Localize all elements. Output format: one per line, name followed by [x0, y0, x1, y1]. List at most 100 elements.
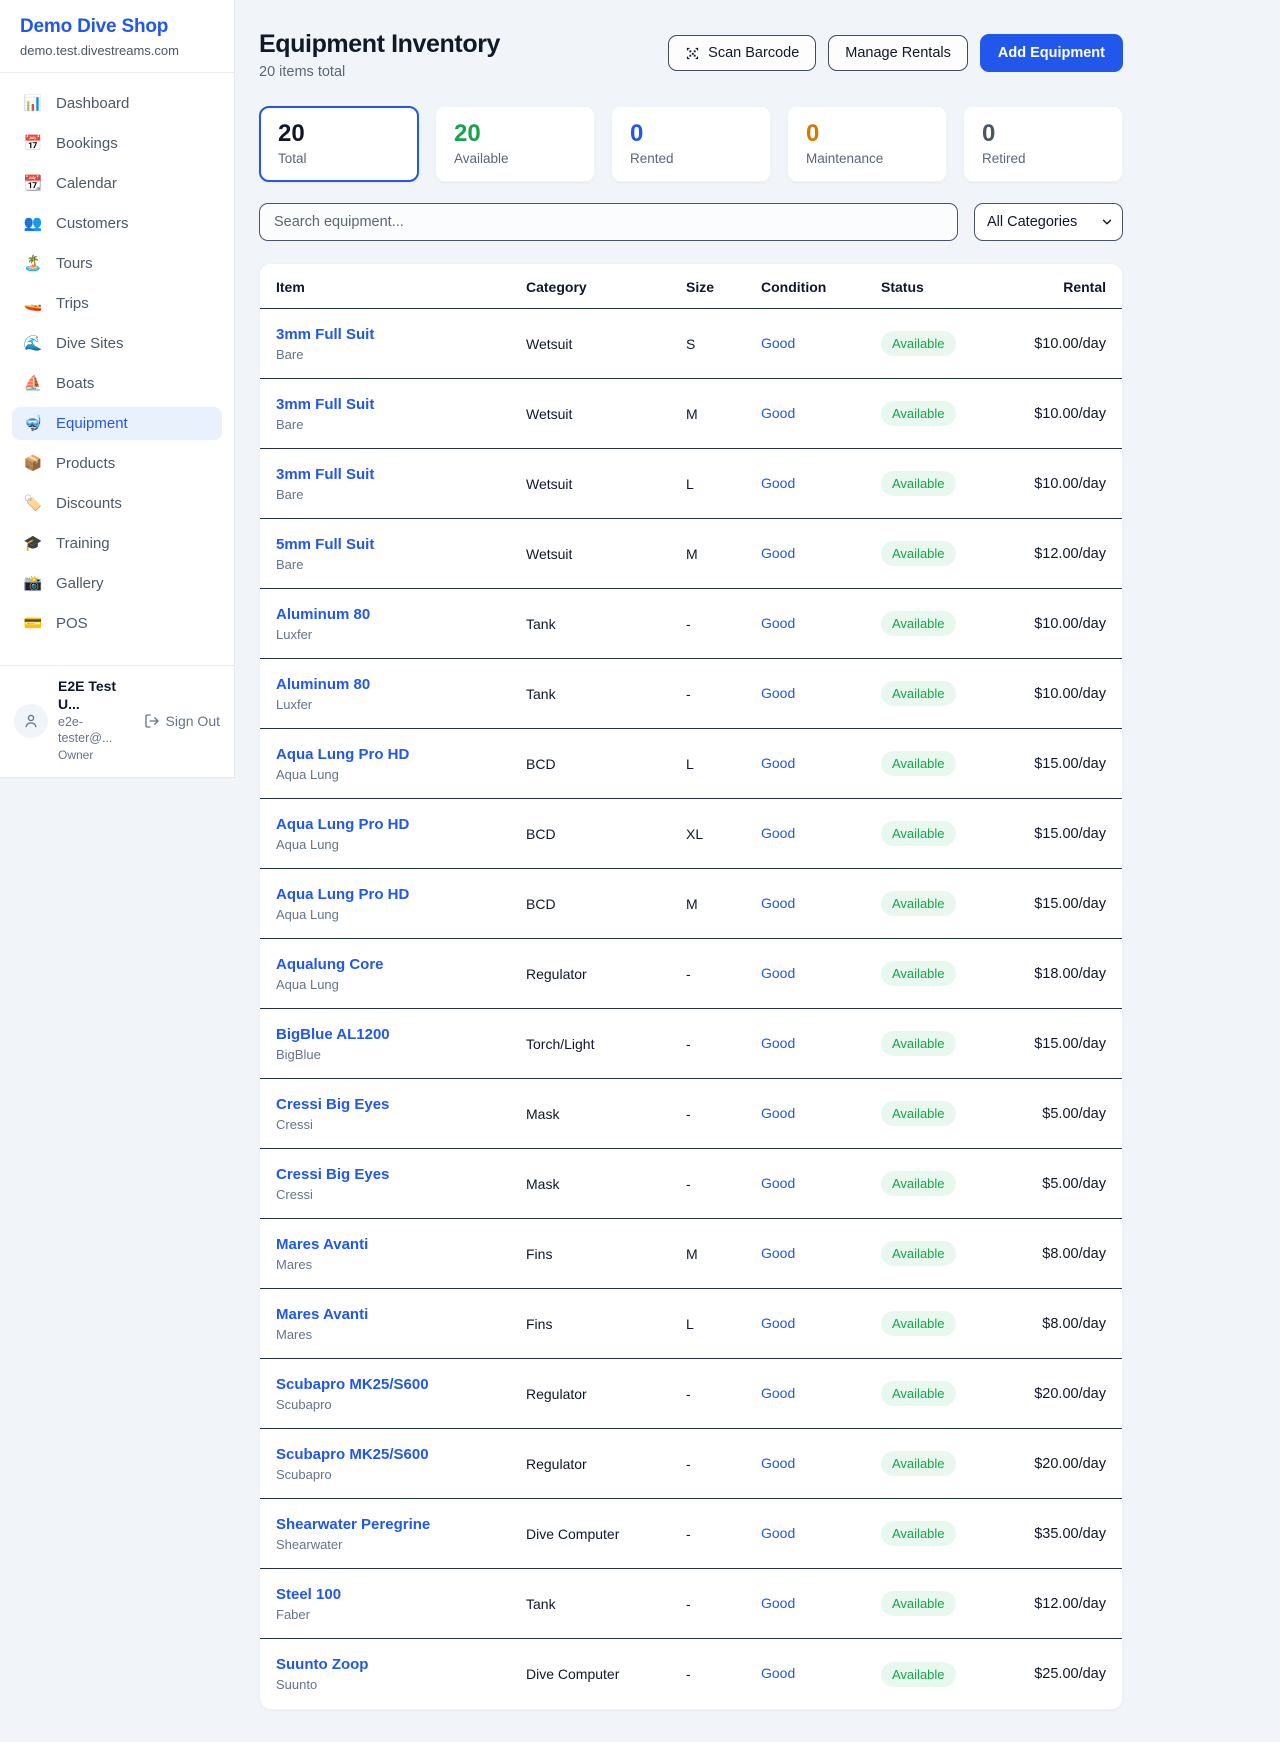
item-name-link[interactable]: 3mm Full Suit [276, 396, 526, 413]
condition-link[interactable]: Good [761, 335, 795, 351]
item-name-link[interactable]: Scubapro MK25/S600 [276, 1446, 526, 1463]
sidebar-item-customers[interactable]: 👥 Customers [12, 207, 222, 240]
condition-link[interactable]: Good [761, 475, 795, 491]
category-cell: Fins [526, 1246, 686, 1262]
condition-link[interactable]: Good [761, 1665, 795, 1681]
nav-label: Dive Sites [56, 335, 124, 352]
item-name-link[interactable]: Suunto Zoop [276, 1656, 526, 1673]
item-name-link[interactable]: Aqua Lung Pro HD [276, 886, 526, 903]
user-box: E2E Test U... e2e-tester@... Owner Sign … [0, 665, 234, 777]
scan-barcode-label: Scan Barcode [708, 45, 799, 61]
table-row: 3mm Full Suit Bare Wetsuit M Good Availa… [260, 379, 1122, 449]
item-name-link[interactable]: Cressi Big Eyes [276, 1166, 526, 1183]
item-brand: Bare [276, 347, 526, 362]
nav-icon-boats: ⛵ [23, 376, 43, 391]
table-row: Aqua Lung Pro HD Aqua Lung BCD M Good Av… [260, 869, 1122, 939]
item-name-link[interactable]: 5mm Full Suit [276, 536, 526, 553]
main-content: Equipment Inventory 20 items total Scan … [235, 0, 1123, 1740]
sidebar-item-dive-sites[interactable]: 🌊 Dive Sites [12, 327, 222, 360]
sidebar-item-training[interactable]: 🎓 Training [12, 527, 222, 560]
item-name-link[interactable]: Aluminum 80 [276, 676, 526, 693]
rental-cell: $12.00/day [1021, 1596, 1106, 1612]
status-badge: Available [881, 331, 956, 356]
item-name-link[interactable]: 3mm Full Suit [276, 466, 526, 483]
add-equipment-button[interactable]: Add Equipment [980, 34, 1123, 72]
condition-link[interactable]: Good [761, 1245, 795, 1261]
item-name-link[interactable]: Scubapro MK25/S600 [276, 1376, 526, 1393]
sidebar-item-boats[interactable]: ⛵ Boats [12, 367, 222, 400]
sign-out-button[interactable]: Sign Out [144, 713, 220, 729]
item-brand: Aqua Lung [276, 907, 526, 922]
col-header-item: Item [276, 279, 526, 295]
condition-link[interactable]: Good [761, 1315, 795, 1331]
scan-barcode-button[interactable]: Scan Barcode [668, 35, 816, 71]
stat-card-rented[interactable]: 0 Rented [611, 106, 771, 182]
condition-link[interactable]: Good [761, 895, 795, 911]
nav-label: Customers [56, 215, 129, 232]
item-name-link[interactable]: Mares Avanti [276, 1306, 526, 1323]
status-badge: Available [881, 611, 956, 636]
sidebar-item-pos[interactable]: 💳 POS [12, 607, 222, 640]
item-name-link[interactable]: Aqua Lung Pro HD [276, 746, 526, 763]
condition-link[interactable]: Good [761, 1525, 795, 1541]
condition-link[interactable]: Good [761, 615, 795, 631]
item-name-link[interactable]: 3mm Full Suit [276, 326, 526, 343]
sidebar-item-calendar[interactable]: 📆 Calendar [12, 167, 222, 200]
condition-link[interactable]: Good [761, 825, 795, 841]
condition-link[interactable]: Good [761, 1455, 795, 1471]
add-equipment-label: Add Equipment [998, 45, 1105, 61]
avatar [14, 704, 48, 738]
table-row: Shearwater Peregrine Shearwater Dive Com… [260, 1499, 1122, 1569]
sidebar-item-tours[interactable]: 🏝️ Tours [12, 247, 222, 280]
size-cell: - [686, 1456, 761, 1472]
status-badge: Available [881, 1451, 956, 1476]
brand-name[interactable]: Demo Dive Shop [20, 16, 214, 38]
manage-rentals-button[interactable]: Manage Rentals [828, 35, 968, 71]
condition-link[interactable]: Good [761, 405, 795, 421]
item-name-link[interactable]: Aqualung Core [276, 956, 526, 973]
category-select[interactable]: All Categories [974, 203, 1123, 241]
nav-icon-training: 🎓 [23, 536, 43, 551]
search-input[interactable] [259, 203, 958, 241]
condition-cell: Good [761, 1525, 881, 1543]
item-cell: Mares Avanti Mares [276, 1306, 526, 1342]
condition-link[interactable]: Good [761, 1595, 795, 1611]
item-name-link[interactable]: Aluminum 80 [276, 606, 526, 623]
item-name-link[interactable]: Shearwater Peregrine [276, 1516, 526, 1533]
item-name-link[interactable]: BigBlue AL1200 [276, 1026, 526, 1043]
condition-link[interactable]: Good [761, 1175, 795, 1191]
stat-value: 0 [806, 120, 928, 148]
stat-card-available[interactable]: 20 Available [435, 106, 595, 182]
condition-link[interactable]: Good [761, 965, 795, 981]
condition-link[interactable]: Good [761, 1105, 795, 1121]
condition-link[interactable]: Good [761, 545, 795, 561]
sidebar-item-products[interactable]: 📦 Products [12, 447, 222, 480]
condition-link[interactable]: Good [761, 755, 795, 771]
sidebar-item-gallery[interactable]: 📸 Gallery [12, 567, 222, 600]
stat-card-maintenance[interactable]: 0 Maintenance [787, 106, 947, 182]
condition-link[interactable]: Good [761, 1035, 795, 1051]
item-name-link[interactable]: Mares Avanti [276, 1236, 526, 1253]
item-cell: 3mm Full Suit Bare [276, 396, 526, 432]
sidebar-item-equipment[interactable]: 🤿 Equipment [12, 407, 222, 440]
rental-cell: $15.00/day [1021, 896, 1106, 912]
status-badge: Available [881, 1241, 956, 1266]
size-cell: - [686, 1386, 761, 1402]
item-name-link[interactable]: Cressi Big Eyes [276, 1096, 526, 1113]
stat-card-total[interactable]: 20 Total [259, 106, 419, 182]
size-cell: L [686, 1316, 761, 1332]
sidebar-item-discounts[interactable]: 🏷️ Discounts [12, 487, 222, 520]
item-name-link[interactable]: Aqua Lung Pro HD [276, 816, 526, 833]
condition-link[interactable]: Good [761, 685, 795, 701]
category-cell: Regulator [526, 1456, 686, 1472]
sidebar-item-dashboard[interactable]: 📊 Dashboard [12, 87, 222, 120]
sidebar-item-trips[interactable]: 🚤 Trips [12, 287, 222, 320]
condition-link[interactable]: Good [761, 1385, 795, 1401]
item-brand: Mares [276, 1257, 526, 1272]
stat-value: 0 [982, 120, 1104, 148]
item-name-link[interactable]: Steel 100 [276, 1586, 526, 1603]
sidebar-item-bookings[interactable]: 📅 Bookings [12, 127, 222, 160]
stat-card-retired[interactable]: 0 Retired [963, 106, 1123, 182]
nav-label: POS [56, 615, 88, 632]
table-row: Aqua Lung Pro HD Aqua Lung BCD L Good Av… [260, 729, 1122, 799]
